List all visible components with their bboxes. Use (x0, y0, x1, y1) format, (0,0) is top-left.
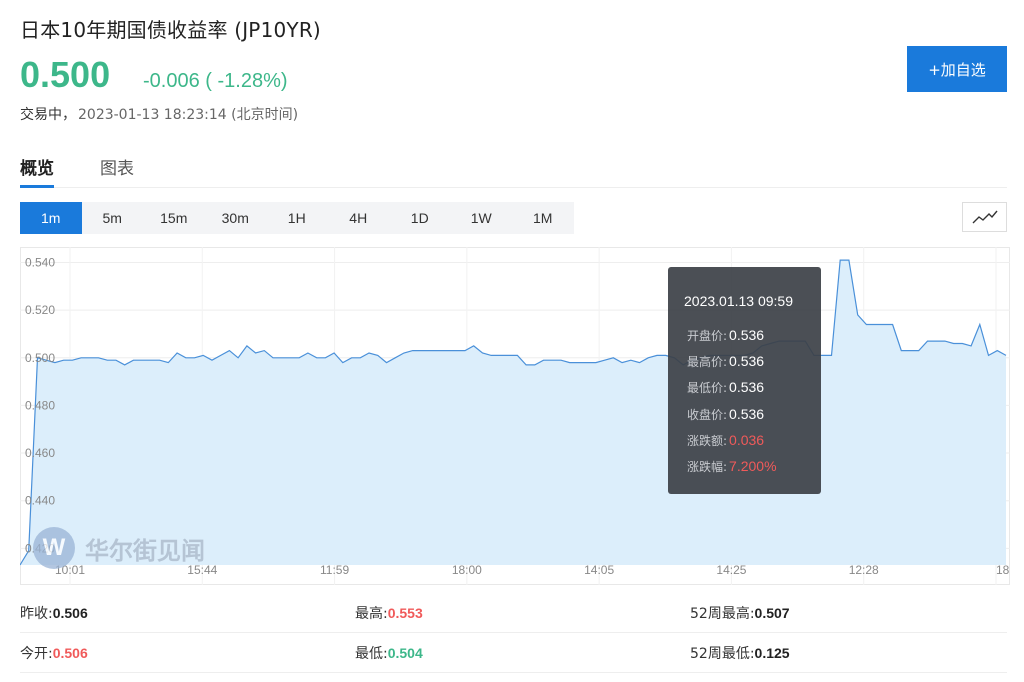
period-1mo[interactable]: 1M (512, 202, 574, 234)
stat-high: 最高:0.553 (355, 605, 423, 622)
y-tick-label: 0.500 (25, 351, 55, 365)
y-tick-label: 0.460 (25, 446, 55, 460)
x-tick-label: 14:05 (584, 563, 614, 577)
stat-52w-high: 52周最高:0.507 (690, 605, 790, 622)
tooltip-open: 开盘价: 0.536 (687, 327, 765, 343)
chart-type-button[interactable] (962, 202, 1007, 232)
period-1w[interactable]: 1W (451, 202, 513, 234)
tooltip-time: 2023.01.13 09:59 (684, 293, 793, 309)
period-1d[interactable]: 1D (389, 202, 451, 234)
timestamp: 2023-01-13 18:23:14 (北京时间) (78, 107, 299, 123)
x-tick-label: 12:28 (849, 563, 879, 577)
period-1m[interactable]: 1m (20, 202, 82, 234)
tooltip-close: 收盘价: 0.536 (687, 406, 765, 422)
stat-prev-close: 昨收:0.506 (20, 605, 88, 622)
tooltip-change-pct: 涨跌幅: 7.200% (687, 458, 777, 474)
y-tick-label: 0.440 (25, 494, 55, 508)
add-watchlist-button[interactable]: +加自选 (907, 46, 1007, 92)
x-tick-label: 18:2 (996, 563, 1010, 577)
period-15m[interactable]: 15m (143, 202, 205, 234)
y-tick-label: 0.540 (25, 256, 55, 270)
page-title: 日本10年期国债收益率 (JP10YR) (20, 18, 321, 42)
stats-table: 昨收:0.506 最高:0.553 52周最高:0.507 今开:0.506 最… (20, 593, 1007, 673)
line-chart-icon (972, 210, 998, 224)
period-selector: 1m 5m 15m 30m 1H 4H 1D 1W 1M (20, 202, 574, 234)
stats-row: 昨收:0.506 最高:0.553 52周最高:0.507 (20, 593, 1007, 633)
tab-chart[interactable]: 图表 (100, 154, 134, 188)
trading-status: 交易中， 2023-01-13 18:23:14 (北京时间) (20, 104, 298, 124)
tooltip-change: 涨跌额: 0.036 (687, 432, 765, 448)
x-tick-label: 11:59 (320, 563, 349, 577)
wallstreetcn-logo: W (33, 527, 75, 569)
period-30m[interactable]: 30m (205, 202, 267, 234)
period-4h[interactable]: 4H (328, 202, 390, 234)
y-tick-label: 0.480 (25, 398, 55, 412)
watermark-text: 华尔街见闻 (85, 535, 205, 565)
price-area (20, 260, 1006, 565)
x-tick-label: 18:00 (452, 563, 482, 577)
status-label: 交易中， (20, 107, 76, 123)
price-change: -0.006 ( -1.28%) (143, 70, 288, 92)
tooltip-low: 最低价: 0.536 (687, 379, 765, 395)
stat-low: 最低:0.504 (355, 645, 423, 662)
period-1h[interactable]: 1H (266, 202, 328, 234)
period-5m[interactable]: 5m (82, 202, 144, 234)
stat-52w-low: 52周最低:0.125 (690, 645, 790, 662)
y-tick-label: 0.520 (25, 303, 55, 317)
tab-overview[interactable]: 概览 (20, 154, 54, 188)
stat-open: 今开:0.506 (20, 645, 88, 662)
tooltip-high: 最高价: 0.536 (687, 353, 765, 369)
current-price: 0.500 (20, 54, 111, 95)
watermark: W 华尔街见闻 (33, 527, 205, 569)
tab-bar: 概览 图表 (20, 150, 1007, 188)
chart-tooltip: 2023.01.13 09:59 开盘价: 0.536 最高价: 0.536 最低价… (668, 267, 821, 494)
stats-row: 今开:0.506 最低:0.504 52周最低:0.125 (20, 633, 1007, 673)
x-tick-label: 14:25 (716, 563, 746, 577)
